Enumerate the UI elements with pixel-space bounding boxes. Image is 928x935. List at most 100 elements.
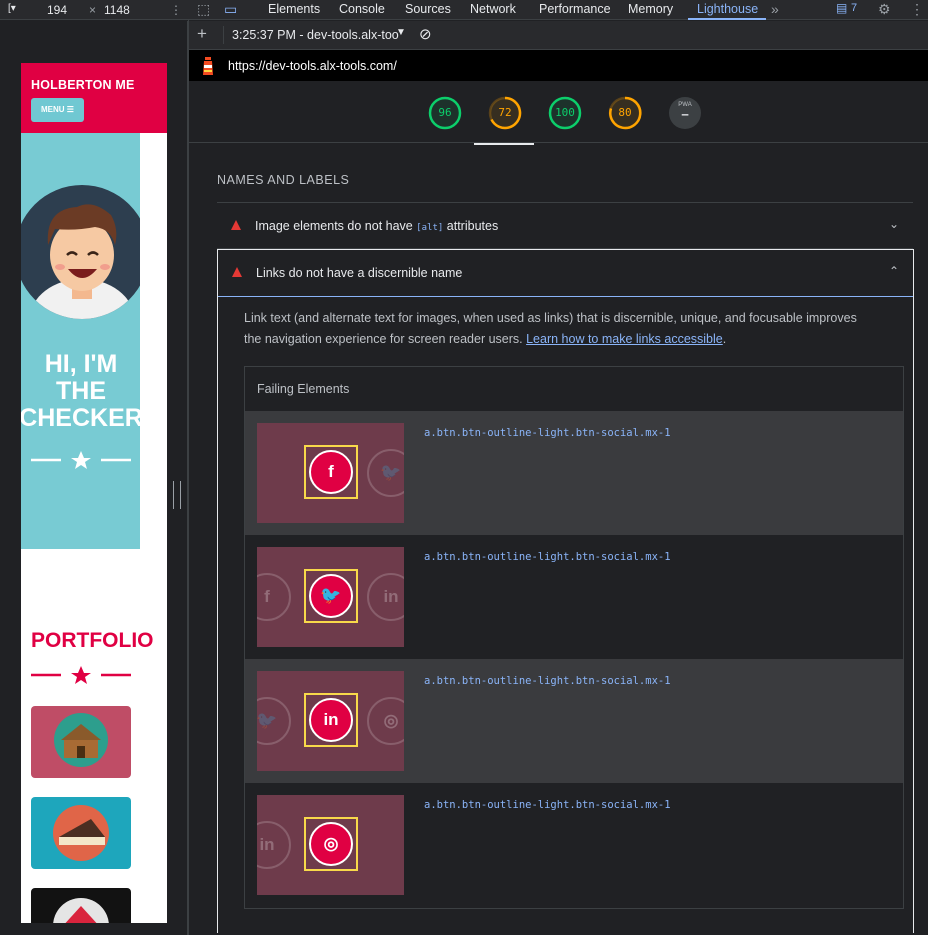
highlight-box: in <box>304 693 358 747</box>
issues-count[interactable]: 7 <box>851 2 857 14</box>
twitter-icon: 🐦 <box>257 697 291 745</box>
audit-image-alt[interactable]: Image elements do not have [alt] attribu… <box>217 203 913 249</box>
viewport-width[interactable]: 194 <box>47 3 67 17</box>
new-report-icon[interactable]: + <box>197 24 207 44</box>
portfolio-item-circus[interactable] <box>31 888 131 923</box>
device-toggle-icon[interactable]: ▭ <box>224 1 237 18</box>
twitter-icon: 🐦 <box>309 574 353 618</box>
highlight-box: ◎ <box>304 817 358 871</box>
site-navbar: HOLBERTON ME MENU ☰ <box>21 63 167 133</box>
score-gauge-best-practices[interactable]: 100 <box>548 96 582 130</box>
issues-icon[interactable]: ▤ <box>836 1 847 15</box>
score-value: 100 <box>555 106 575 119</box>
fail-icon <box>232 267 242 277</box>
chevron-up-icon[interactable]: ⌃ <box>889 264 899 278</box>
failing-elements-table: Failing Elements 🐦 f a.btn.btn-outline-l… <box>244 366 904 909</box>
score-value: 96 <box>438 106 452 119</box>
facebook-icon: f <box>257 573 291 621</box>
audit-header[interactable]: Links do not have a discernible name ⌃ <box>218 250 913 296</box>
table-header: Failing Elements <box>257 382 350 396</box>
tab-console[interactable]: Console <box>339 2 385 16</box>
more-tabs-icon[interactable]: » <box>771 1 779 17</box>
lighthouse-logo-icon <box>203 57 213 75</box>
lighthouse-toolbar: + 3:25:37 PM - dev-tools.alx-too ▼ ⊘ <box>189 21 928 50</box>
score-gauges: 96 72 100 80 PWA — <box>189 81 928 143</box>
table-row[interactable]: 🐦 ◎ in a.btn.btn-outline-light.btn-socia… <box>245 659 903 783</box>
hero-line-1: HI, I'M <box>44 350 118 378</box>
score-gauge-seo[interactable]: 80 <box>608 96 642 130</box>
score-gauge-performance[interactable]: 96 <box>428 96 462 130</box>
portfolio-item-cabin[interactable] <box>31 706 131 778</box>
element-screenshot: 🐦 ◎ in <box>257 671 404 771</box>
report-select[interactable]: 3:25:37 PM - dev-tools.alx-too <box>232 28 399 42</box>
score-gauge-accessibility[interactable]: 72 <box>488 96 522 130</box>
times-icon: × <box>89 3 97 17</box>
element-selector[interactable]: a.btn.btn-outline-light.btn-social.mx-1 <box>424 799 671 811</box>
highlight-box: f <box>304 445 358 499</box>
audit-description: Link text (and alternate text for images… <box>244 308 874 350</box>
report-url[interactable]: https://dev-tools.alx-tools.com/ <box>228 59 397 73</box>
hero-section: HI, I'M THE CHECKER <box>21 133 140 549</box>
learn-more-link[interactable]: Learn how to make links accessible <box>526 332 723 346</box>
score-value: 80 <box>618 106 632 119</box>
portfolio-item-cake[interactable] <box>31 797 131 869</box>
hero-title: HI, I'M THE CHECKER <box>21 351 140 432</box>
tab-memory[interactable]: Memory <box>628 2 673 16</box>
clear-icon[interactable]: ⊘ <box>419 25 432 43</box>
report-url-bar: https://dev-tools.alx-tools.com/ <box>189 50 928 81</box>
linkedin-icon: in <box>309 698 353 742</box>
fail-icon <box>231 220 241 230</box>
linkedin-icon: in <box>367 573 404 621</box>
device-toolbar: [▾ 194 × 1148 ⋮ <box>0 0 188 20</box>
element-screenshot: in ◎ <box>257 795 404 895</box>
star-divider <box>31 666 131 684</box>
score-value: — <box>681 108 689 121</box>
chevron-down-icon[interactable]: ⌄ <box>889 217 899 231</box>
element-selector[interactable]: a.btn.btn-outline-light.btn-social.mx-1 <box>424 551 671 563</box>
avatar <box>21 185 140 319</box>
element-screenshot: f in 🐦 <box>257 547 404 647</box>
devtools-menu-icon[interactable]: ⋮ <box>910 1 924 18</box>
star-divider <box>31 451 131 469</box>
devtools-tabbar: ⬚ ▭ Elements Console Sources Network Per… <box>188 0 928 20</box>
table-row[interactable]: in ◎ a.btn.btn-outline-light.btn-social.… <box>245 783 903 907</box>
audit-title-text: Image elements do not have <box>255 219 417 233</box>
chevron-down-icon[interactable]: ▼ <box>396 27 406 38</box>
element-selector[interactable]: a.btn.btn-outline-light.btn-social.mx-1 <box>424 675 671 687</box>
dribbble-icon: ◎ <box>367 697 404 745</box>
scroll-cut-underline <box>474 143 534 145</box>
audit-title-text: attributes <box>443 219 499 233</box>
inspect-element-icon[interactable]: ⬚ <box>197 1 210 18</box>
tab-sources[interactable]: Sources <box>405 2 451 16</box>
score-value: 72 <box>498 106 512 119</box>
audit-link-name: Links do not have a discernible name ⌃ L… <box>217 249 914 933</box>
section-title: NAMES AND LABELS <box>217 173 350 187</box>
tab-lighthouse[interactable]: Lighthouse <box>697 2 758 16</box>
portfolio-title: PORTFOLIO <box>31 629 154 652</box>
hero-line-2: THE <box>56 377 106 405</box>
tab-performance[interactable]: Performance <box>539 2 611 16</box>
element-selector[interactable]: a.btn.btn-outline-light.btn-social.mx-1 <box>424 427 671 439</box>
more-options-icon[interactable]: ⋮ <box>170 3 182 17</box>
device-viewport: HOLBERTON ME MENU ☰ HI, I'M THE CHECKER … <box>0 21 188 935</box>
hero-line-3: CHECKER <box>21 404 140 432</box>
site-brand[interactable]: HOLBERTON ME <box>31 78 135 92</box>
facebook-icon: f <box>309 450 353 494</box>
audit-header-divider <box>218 296 913 297</box>
twitter-icon: 🐦 <box>367 449 404 497</box>
tab-elements[interactable]: Elements <box>268 2 320 16</box>
report-content: NAMES AND LABELS Image elements do not h… <box>189 143 928 935</box>
viewport-height[interactable]: 1148 <box>104 3 130 17</box>
device-menu-icon[interactable]: [▾ <box>8 3 16 14</box>
menu-button[interactable]: MENU ☰ <box>31 98 84 122</box>
score-gauge-pwa[interactable]: PWA — <box>668 96 702 130</box>
description-end: . <box>722 332 727 346</box>
element-screenshot: 🐦 f <box>257 423 404 523</box>
site-page: HOLBERTON ME MENU ☰ HI, I'M THE CHECKER … <box>21 63 167 923</box>
tab-network[interactable]: Network <box>470 2 516 16</box>
resize-handle[interactable] <box>173 481 181 509</box>
settings-icon[interactable]: ⚙ <box>878 1 891 18</box>
active-tab-indicator <box>688 18 766 20</box>
table-row[interactable]: 🐦 f a.btn.btn-outline-light.btn-social.m… <box>245 411 903 535</box>
table-row[interactable]: f in 🐦 a.btn.btn-outline-light.btn-socia… <box>245 535 903 659</box>
